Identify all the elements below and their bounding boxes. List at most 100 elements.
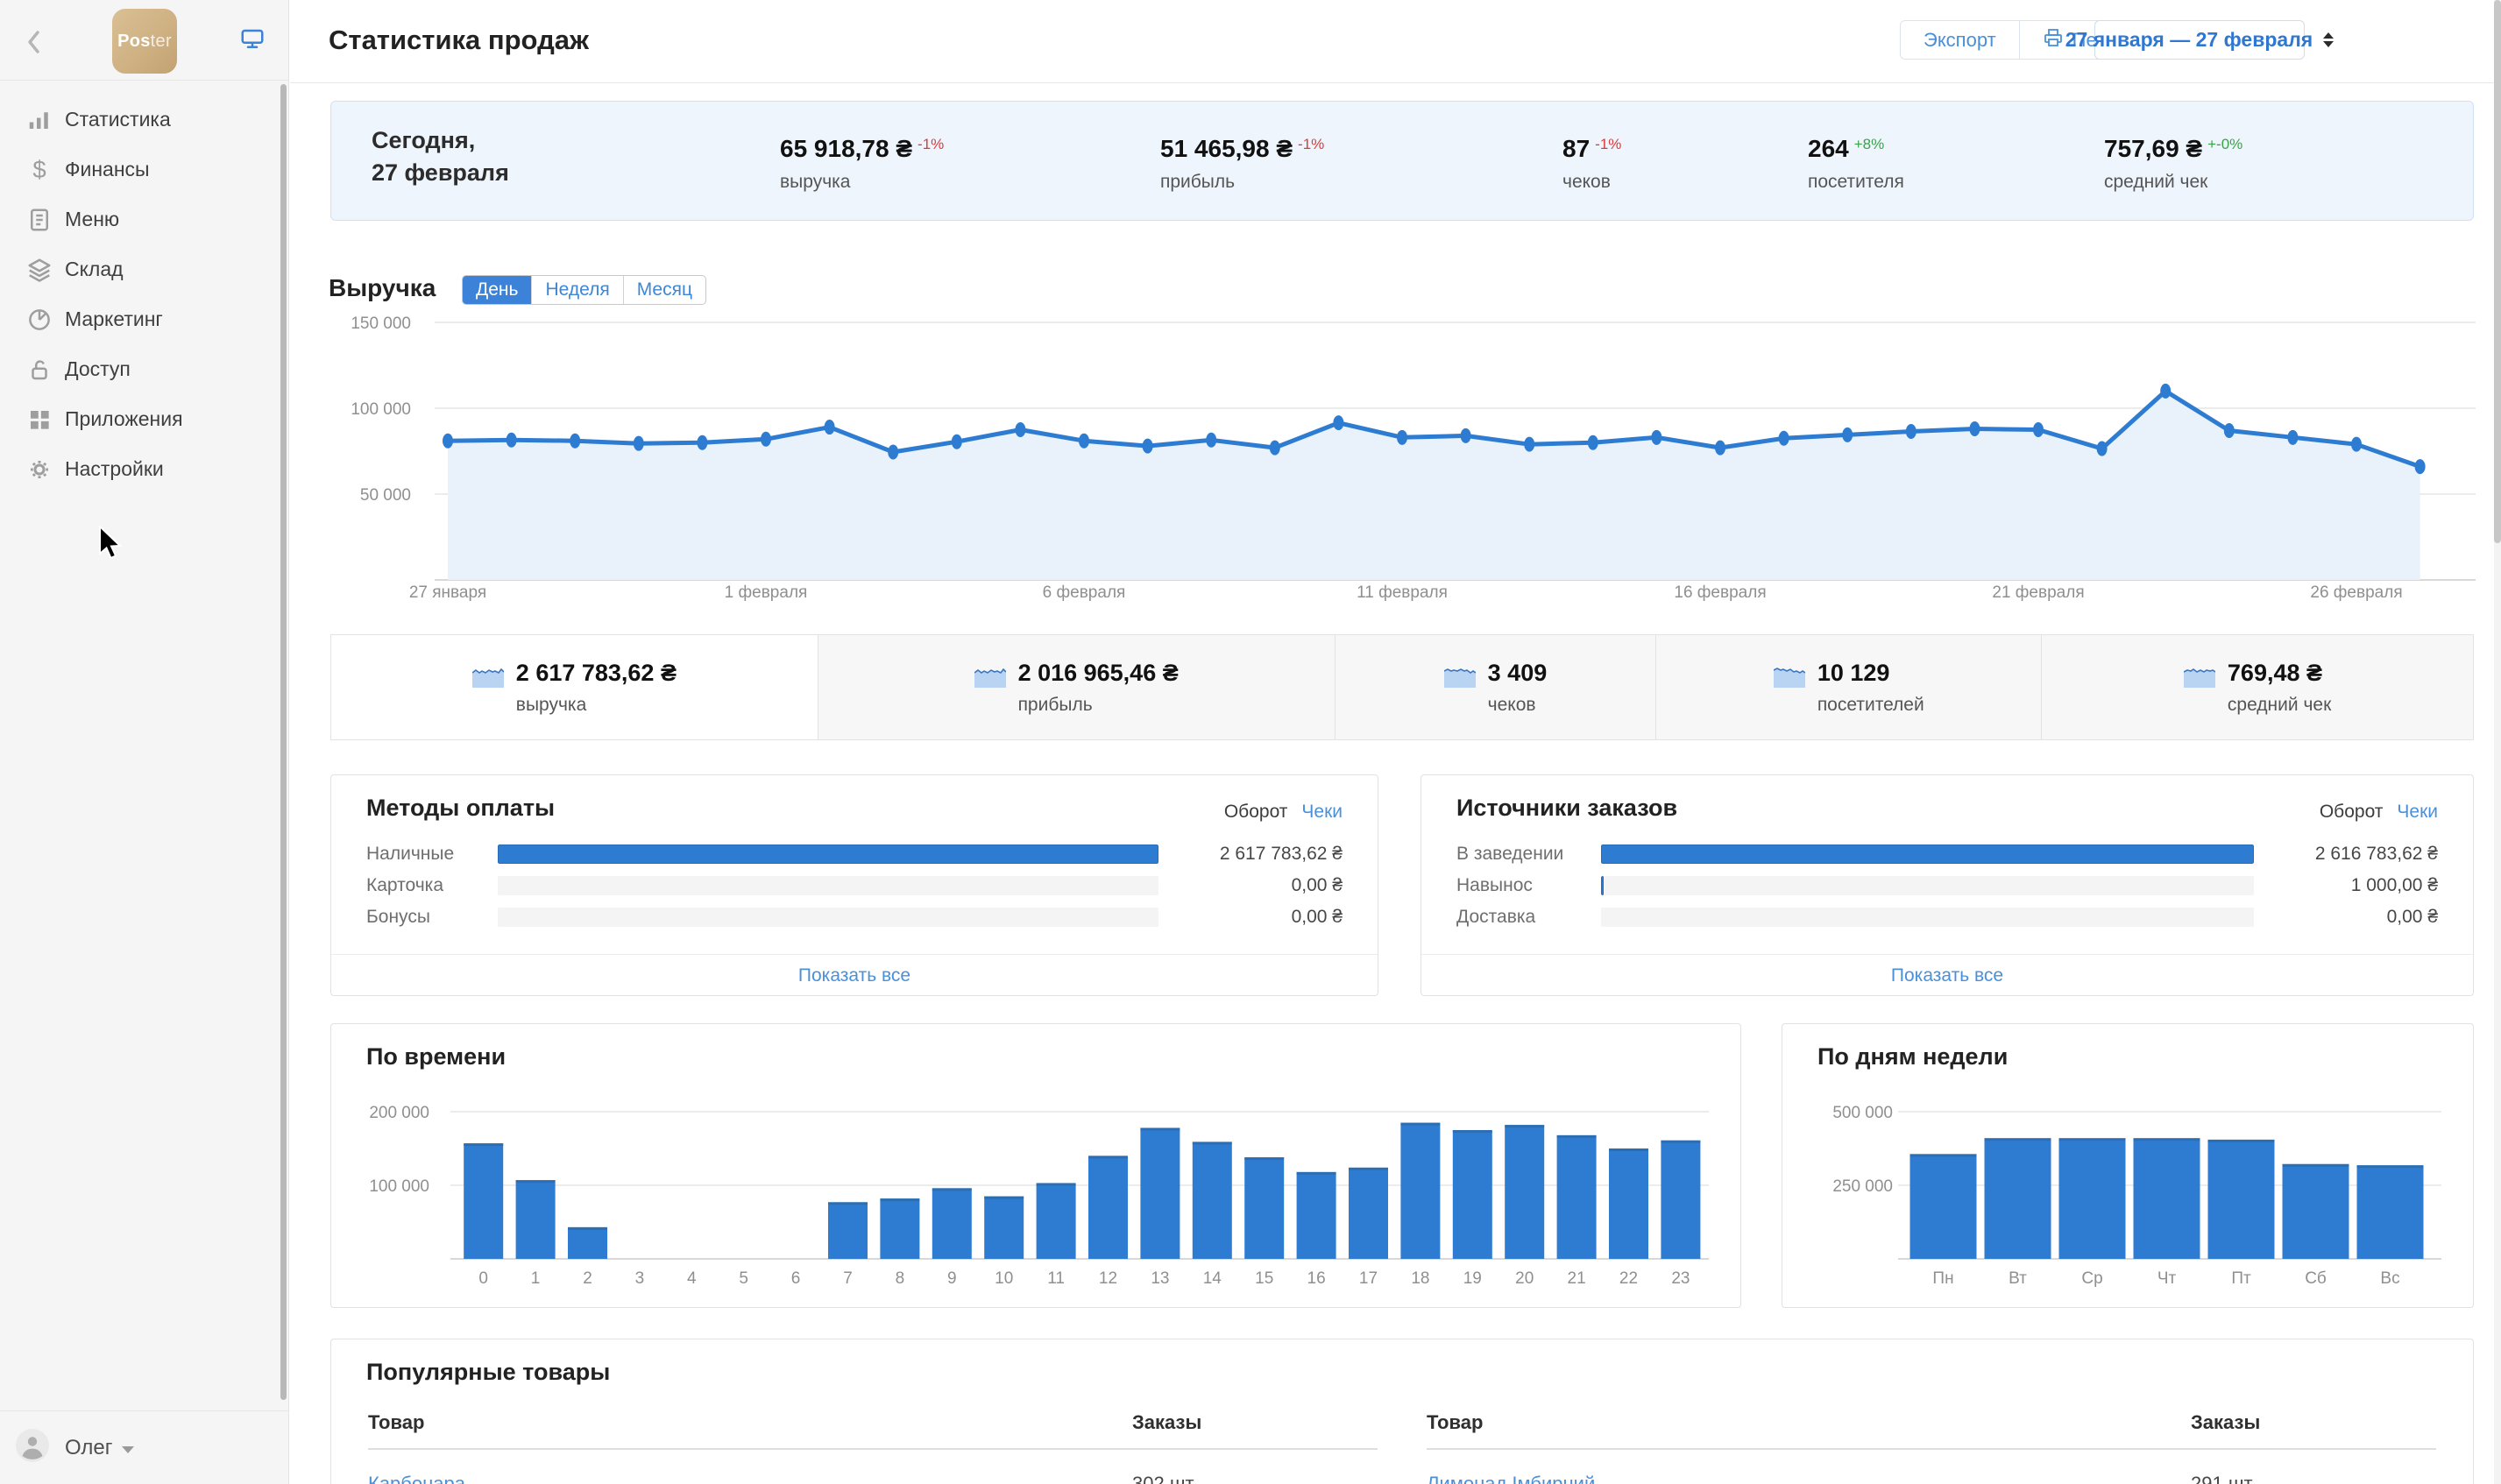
svg-text:Ср: Ср <box>2081 1269 2102 1288</box>
back-icon[interactable] <box>23 27 46 61</box>
product-link[interactable]: Карбонара <box>368 1473 1132 1484</box>
poster-logo-text: Poster <box>117 31 172 51</box>
svg-text:16: 16 <box>1307 1269 1326 1288</box>
turnover-checks-toggle: Оборот Чеки <box>2320 802 2438 823</box>
export-button[interactable]: Экспорт <box>1901 21 2019 59</box>
avatar <box>16 1429 49 1466</box>
today-stat-profit: 51 465,98 ₴ -1% прибыль <box>1160 135 1325 192</box>
delta-badge: -1% <box>1595 136 1622 152</box>
sidebar-header: Poster <box>0 0 288 81</box>
tab-week[interactable]: Неделя <box>531 276 622 304</box>
svg-text:9: 9 <box>947 1269 957 1288</box>
page-scrollbar[interactable] <box>2494 0 2501 1484</box>
sidebar-item-label: Настройки <box>65 457 164 480</box>
svg-text:6: 6 <box>791 1269 801 1288</box>
svg-text:22: 22 <box>1619 1269 1638 1288</box>
svg-text:17: 17 <box>1359 1269 1378 1288</box>
card-checks[interactable]: 3 409 чеков <box>1335 635 1657 739</box>
show-all-link[interactable]: Показать все <box>1891 965 2003 986</box>
sparkline-icon <box>1443 668 1476 688</box>
document-icon <box>26 207 53 233</box>
today-stat-avg-check: 757,69 ₴ +-0% средний чек <box>2104 135 2243 192</box>
show-all-link[interactable]: Показать все <box>798 965 910 986</box>
svg-text:18: 18 <box>1411 1269 1429 1288</box>
sidebar-item-settings[interactable]: Настройки <box>0 444 288 494</box>
source-row: Доставка 0,00 ₴ <box>1456 907 2438 927</box>
panel-title: Методы оплаты <box>366 795 556 821</box>
toggle-checks[interactable]: Чеки <box>2397 802 2438 822</box>
poster-logo[interactable]: Poster <box>112 9 177 74</box>
svg-text:250 000: 250 000 <box>1832 1177 1893 1196</box>
by-weekday-bar-chart: 250 000 500 000 Пн Вт Ср Чт Пт Сб Вс <box>1782 1024 2473 1307</box>
gear-icon <box>26 456 53 483</box>
printer-icon <box>2043 28 2064 53</box>
svg-text:15: 15 <box>1255 1269 1273 1288</box>
svg-text:1: 1 <box>531 1269 541 1288</box>
svg-text:200 000: 200 000 <box>369 1104 429 1122</box>
popular-products-panel: Популярные товары Товар Заказы Карбонара… <box>330 1339 2474 1484</box>
table-row: Лимонад Імбирний 291 шт. <box>1427 1450 2436 1484</box>
by-time-panel: По времени 100 000 200 000 0 1 2 3 4 5 6 7 8 9 10 11 1… <box>330 1023 1741 1308</box>
card-avg-check[interactable]: 769,48 ₴ средний чек <box>2042 635 2473 739</box>
sidebar: Poster Статистика $ Финансы Меню Склад М… <box>0 0 289 1484</box>
popular-table-right: Товар Заказы Лимонад Імбирний 291 шт. <box>1427 1411 2436 1484</box>
sidebar-item-menu[interactable]: Меню <box>0 194 288 244</box>
table-row: Карбонара 302 шт. <box>368 1450 1378 1484</box>
by-weekday-panel: По дням недели 250 000 500 000 Пн Вт Ср Чт Пт С… <box>1782 1023 2474 1308</box>
card-profit[interactable]: 2 016 965,46 ₴ прибыль <box>818 635 1336 739</box>
svg-text:Вс: Вс <box>2380 1269 2399 1288</box>
revenue-line-chart: 50 000 100 000 150 000 27 января 1 февраля 6 … <box>330 314 2481 609</box>
sidebar-item-finance[interactable]: $ Финансы <box>0 145 288 194</box>
toggle-checks[interactable]: Чеки <box>1301 802 1343 822</box>
svg-text:8: 8 <box>896 1269 905 1288</box>
card-revenue[interactable]: 2 617 783,62 ₴ выручка <box>331 635 818 739</box>
payment-row: Наличные 2 617 783,62 ₴ <box>366 844 1343 864</box>
popular-table-left: Товар Заказы Карбонара 302 шт. <box>368 1411 1378 1484</box>
card-visitors[interactable]: 10 129 посетителей <box>1656 635 2043 739</box>
tab-month[interactable]: Месяц <box>622 276 705 304</box>
today-summary: Сегодня, 27 февраля 65 918,78 ₴ -1% выруч… <box>330 101 2474 221</box>
svg-text:1 февраля: 1 февраля <box>725 583 808 602</box>
lock-icon <box>26 357 53 383</box>
tab-day[interactable]: День <box>463 276 532 304</box>
svg-text:19: 19 <box>1463 1269 1482 1288</box>
revenue-period-tabs: День Неделя Месяц <box>462 275 707 305</box>
svg-text:23: 23 <box>1671 1269 1690 1288</box>
date-range-value: 27 января — 27 февраля <box>2065 28 2313 51</box>
sidebar-scrollbar[interactable] <box>280 84 287 1400</box>
spinner-arrows-icon <box>2323 32 2335 47</box>
toggle-turnover[interactable]: Оборот <box>2320 802 2384 822</box>
sidebar-item-label: Меню <box>65 208 120 230</box>
sidebar-nav: Статистика $ Финансы Меню Склад Маркетин… <box>0 95 288 494</box>
turnover-checks-toggle: Оборот Чеки <box>1224 802 1343 823</box>
terminal-icon[interactable] <box>239 26 266 57</box>
grid-icon <box>26 406 53 433</box>
today-stat-checks: 87 -1% чеков <box>1562 135 1622 192</box>
sidebar-item-warehouse[interactable]: Склад <box>0 244 288 294</box>
toggle-turnover[interactable]: Оборот <box>1224 802 1288 822</box>
dollar-icon: $ <box>26 155 53 183</box>
main-area: Статистика продаж Экспорт Печать 27 янва… <box>290 0 2501 1484</box>
bar-track <box>1601 844 2254 864</box>
sparkline-icon <box>2183 668 2215 688</box>
product-link[interactable]: Лимонад Імбирний <box>1427 1473 2191 1484</box>
svg-text:12: 12 <box>1099 1269 1117 1288</box>
sidebar-item-marketing[interactable]: Маркетинг <box>0 294 288 344</box>
svg-text:20: 20 <box>1515 1269 1534 1288</box>
payment-rows: Наличные 2 617 783,62 ₴ Карточка 0,00 ₴ … <box>366 838 1343 933</box>
delta-badge: -1% <box>1298 136 1325 152</box>
bar-track <box>498 876 1158 895</box>
svg-text:11 февраля: 11 февраля <box>1357 583 1448 602</box>
bar-track <box>498 908 1158 927</box>
date-range-select[interactable]: 27 января — 27 февраля <box>2065 20 2335 60</box>
order-sources-panel: Источники заказов Оборот Чеки В заведении… <box>1421 774 2474 996</box>
user-menu[interactable]: Олег <box>0 1410 288 1484</box>
sidebar-item-access[interactable]: Доступ <box>0 344 288 394</box>
sidebar-item-apps[interactable]: Приложения <box>0 394 288 444</box>
svg-text:7: 7 <box>843 1269 853 1288</box>
by-time-bar-chart: 100 000 200 000 0 1 2 3 4 5 6 7 8 9 10 11 12 13 14 15 16 17… <box>331 1024 1740 1307</box>
today-stat-revenue: 65 918,78 ₴ -1% выручка <box>780 135 945 192</box>
sidebar-item-statistics[interactable]: Статистика <box>0 95 288 145</box>
page-scrollbar-thumb[interactable] <box>2494 0 2501 543</box>
popular-tables: Товар Заказы Карбонара 302 шт. Товар Зак… <box>368 1411 2436 1484</box>
